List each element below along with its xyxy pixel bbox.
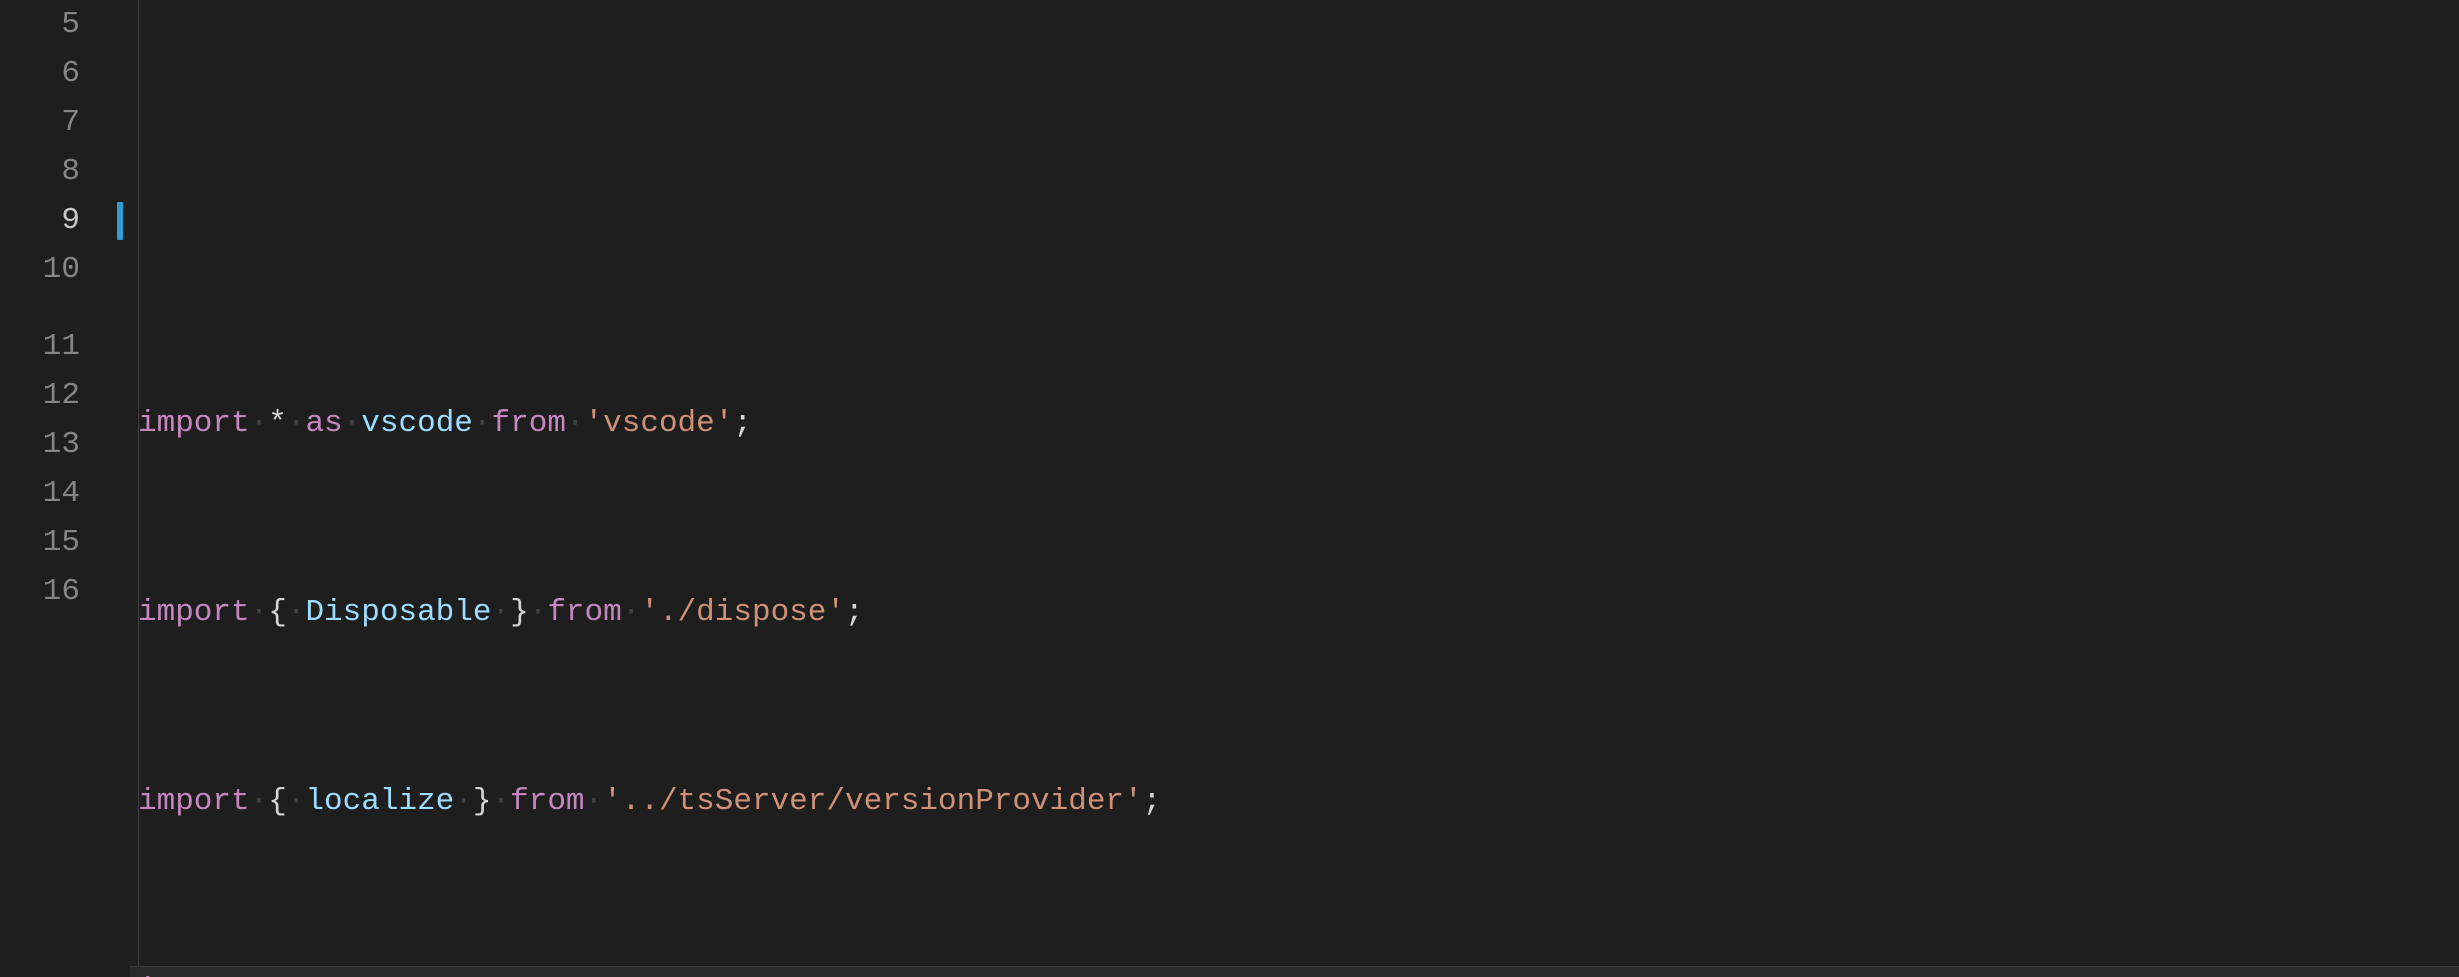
code-line[interactable] xyxy=(130,210,2459,259)
line-number-spacer xyxy=(0,294,80,322)
token-semicolon: ; xyxy=(1143,777,1162,826)
whitespace-dot: · xyxy=(585,777,604,826)
whitespace-dot: · xyxy=(622,588,641,637)
keyword-as: as xyxy=(305,399,342,448)
whitespace-dot: · xyxy=(566,399,585,448)
string-literal: 'vscode' xyxy=(585,399,734,448)
line-number: 11 xyxy=(0,322,80,371)
token-brace-close: } xyxy=(510,588,529,637)
whitespace-dot: · xyxy=(492,777,511,826)
string-literal: './dispose' xyxy=(640,588,845,637)
line-number: 14 xyxy=(0,469,80,518)
token-semicolon: ; xyxy=(733,399,752,448)
code-line-current[interactable]: import· xyxy=(130,966,2459,977)
line-number: 13 xyxy=(0,420,80,469)
line-number: 7 xyxy=(0,98,80,147)
line-number-current: 9 xyxy=(0,196,80,245)
keyword-import: import xyxy=(138,399,250,448)
keyword-from: from xyxy=(547,588,621,637)
string-literal: '../tsServer/versionProvider' xyxy=(603,777,1143,826)
whitespace-dot: · xyxy=(287,588,306,637)
whitespace-dot: · xyxy=(529,588,548,637)
code-line[interactable]: import·{·localize·}·from·'../tsServer/ve… xyxy=(130,777,2459,826)
identifier: localize xyxy=(305,777,454,826)
keyword-import: import xyxy=(138,588,250,637)
token-brace-close: } xyxy=(473,777,492,826)
line-number: 6 xyxy=(0,49,80,98)
line-number: 15 xyxy=(0,518,80,567)
code-line[interactable]: import·{·Disposable·}·from·'./dispose'; xyxy=(130,588,2459,637)
whitespace-dot: · xyxy=(454,777,473,826)
keyword-import: import xyxy=(138,966,250,977)
token-semicolon: ; xyxy=(845,588,864,637)
indent-guide xyxy=(138,0,139,977)
keyword-import: import xyxy=(138,777,250,826)
whitespace-dot: · xyxy=(250,588,269,637)
token-brace-open: { xyxy=(268,777,287,826)
whitespace-dot: · xyxy=(473,399,492,448)
line-number: 8 xyxy=(0,147,80,196)
line-number: 16 xyxy=(0,567,80,616)
code-content[interactable]: import·*·as·vscode·from·'vscode'; import… xyxy=(130,0,2459,977)
line-number-gutter: 5 6 7 8 9 10 11 12 13 14 15 16 xyxy=(0,0,110,977)
keyword-from: from xyxy=(510,777,584,826)
code-line[interactable]: import·*·as·vscode·from·'vscode'; xyxy=(130,399,2459,448)
line-number: 5 xyxy=(0,0,80,49)
line-number: 10 xyxy=(0,245,80,294)
identifier: vscode xyxy=(361,399,473,448)
token-star: * xyxy=(268,399,287,448)
whitespace-dot: · xyxy=(250,777,269,826)
whitespace-dot: · xyxy=(491,588,510,637)
whitespace-dot: · xyxy=(250,966,269,977)
token-brace-open: { xyxy=(268,588,287,637)
line-number: 12 xyxy=(0,371,80,420)
modification-indicator-column xyxy=(110,0,130,977)
whitespace-dot: · xyxy=(250,399,269,448)
whitespace-dot: · xyxy=(287,399,306,448)
whitespace-dot: · xyxy=(343,399,362,448)
identifier: Disposable xyxy=(305,588,491,637)
keyword-from: from xyxy=(492,399,566,448)
modified-line-indicator xyxy=(110,196,130,245)
code-editor[interactable]: 5 6 7 8 9 10 11 12 13 14 15 16 import xyxy=(0,0,2459,977)
whitespace-dot: · xyxy=(287,777,306,826)
